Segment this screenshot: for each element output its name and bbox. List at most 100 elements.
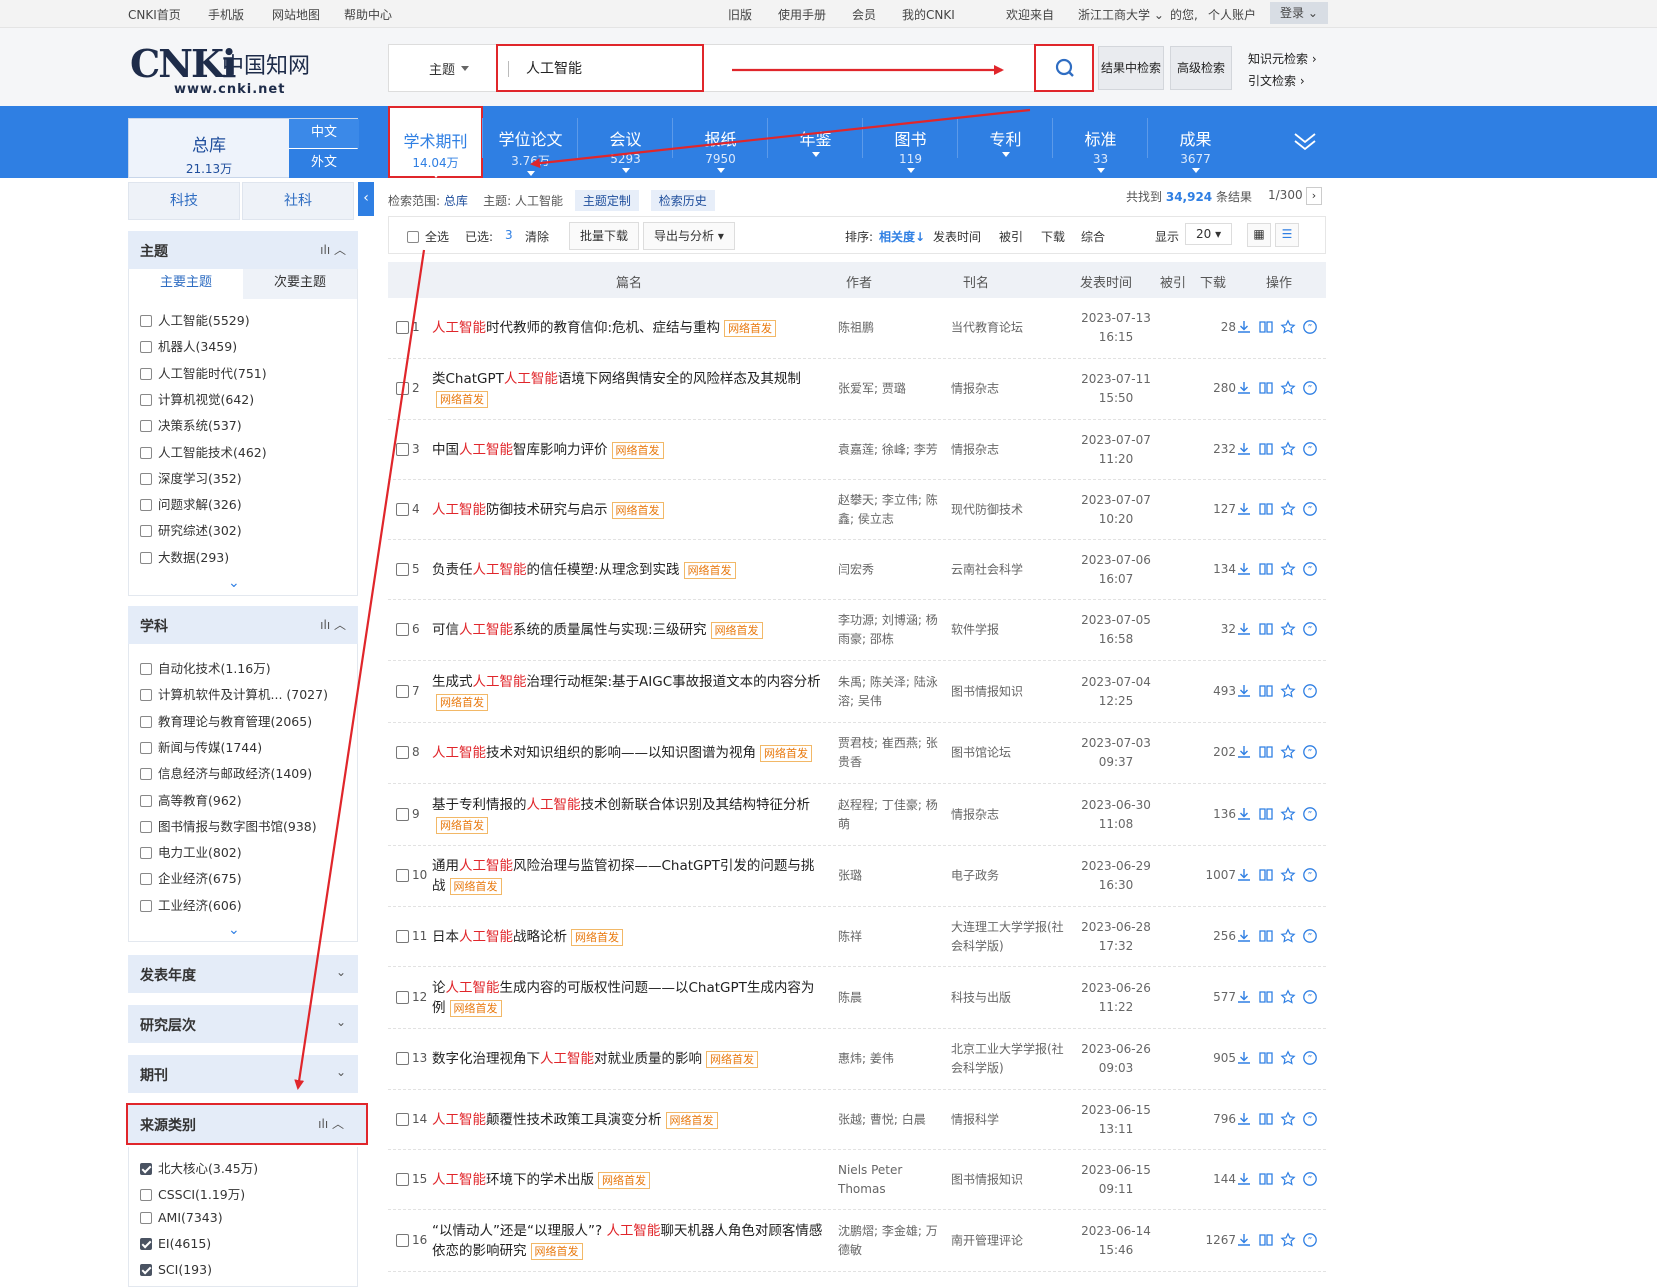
tab-db-4[interactable]: 年鉴 [768,106,863,178]
quote-icon[interactable]: ” [1302,501,1318,517]
link-manual[interactable]: 使用手册 [778,6,826,23]
row-checkbox[interactable] [396,1172,409,1186]
download-icon[interactable] [1236,441,1252,457]
checkbox[interactable] [140,393,152,406]
read-online-icon[interactable] [1258,1232,1274,1248]
facet-option[interactable]: 决策系统(537) [140,415,242,434]
chart-icon[interactable]: ılı ︿ [320,616,346,633]
row-authors[interactable]: 陈晨 [838,988,938,1007]
star-icon[interactable] [1280,1231,1296,1248]
knowledge-search-link[interactable]: 知识元检索 › [1248,50,1317,67]
facet-option[interactable]: 高等教育(962) [140,790,242,809]
link-account[interactable]: 个人账户 [1208,6,1256,23]
star-icon[interactable] [1280,805,1296,822]
star-icon[interactable] [1280,440,1296,457]
quote-icon[interactable]: ” [1302,1232,1318,1248]
read-online-icon[interactable] [1258,319,1274,335]
read-online-icon[interactable] [1258,806,1274,822]
star-icon[interactable] [1280,682,1296,699]
checkbox[interactable] [140,446,152,459]
star-icon[interactable] [1280,621,1296,637]
read-online-icon[interactable] [1258,561,1274,577]
quote-icon[interactable]: ” [1302,621,1318,637]
article-title-link[interactable]: 论人工智能生成内容的可版权性问题——以ChatGPT生成内容为例 网络首发 [432,978,827,1018]
link-cnki-home[interactable]: CNKI首页 [128,6,181,23]
facet-option[interactable]: AMI(7343) [140,1210,223,1225]
row-journal[interactable]: 云南社会科学 [951,560,1066,579]
row-journal[interactable]: 图书情报知识 [951,682,1066,701]
facet-option[interactable]: 图书情报与数字图书馆(938) [140,816,317,835]
facet-option[interactable]: 信息经济与邮政经济(1409) [140,763,312,782]
tab-db-1[interactable]: 学位论文 3.76万 [483,106,578,178]
quote-icon[interactable]: ” [1302,1050,1318,1066]
quote-icon[interactable]: ” [1302,867,1318,883]
read-online-icon[interactable] [1258,928,1274,944]
chart-icon[interactable]: ılı ︿ [318,1115,344,1132]
row-checkbox[interactable] [396,684,409,698]
star-icon[interactable] [1280,988,1296,1005]
facet-option[interactable]: 大数据(293) [140,547,229,566]
facet-option[interactable]: CSSCI(1.19万) [140,1184,245,1203]
checkbox[interactable] [140,715,152,728]
read-online-icon[interactable] [1258,744,1274,760]
star-icon[interactable] [1280,380,1296,396]
export-analysis-button[interactable]: 导出与分析 ▾ [643,222,735,250]
row-checkbox[interactable] [396,746,409,759]
search-button[interactable] [1034,44,1094,92]
row-journal[interactable]: 大连理工大学学报(社会科学版) [951,918,1066,956]
facet-option[interactable]: 电力工业(802) [140,842,242,861]
checkbox[interactable] [140,315,152,327]
link-old-version[interactable]: 旧版 [728,6,752,23]
row-checkbox[interactable] [396,1052,409,1065]
article-title-link[interactable]: 人工智能时代教师的教育信仰:危机、症结与重构 网络首发 [432,318,827,338]
row-checkbox[interactable] [396,1112,409,1126]
download-icon[interactable] [1236,1171,1252,1187]
download-icon[interactable] [1236,867,1252,883]
checkbox[interactable] [140,1163,152,1175]
download-icon[interactable] [1236,380,1252,396]
checkbox[interactable] [140,1238,152,1250]
row-authors[interactable]: 沈鹏熠; 李金雄; 万德敏 [838,1222,938,1260]
facet-option[interactable]: EI(4615) [140,1236,211,1251]
row-checkbox[interactable] [396,382,409,395]
tab-secondary-topic[interactable]: 次要主题 [243,269,357,299]
checkbox[interactable] [140,741,152,754]
tab-db-2[interactable]: 会议 5293 [578,106,673,178]
chinese-tab[interactable]: 中文 [289,119,359,148]
facet-option[interactable]: 深度学习(352) [140,468,242,487]
quote-icon[interactable]: ” [1302,380,1318,396]
facet-subject-header[interactable]: 学科 ılı ︿ [128,606,358,644]
read-online-icon[interactable] [1258,380,1274,396]
row-journal[interactable]: 情报杂志 [951,380,1066,399]
facet-option[interactable]: 问题求解(326) [140,494,242,513]
tab-db-7[interactable]: 标准 33 [1053,106,1148,178]
search-within-button[interactable]: 结果中检索 [1098,46,1164,90]
read-online-icon[interactable] [1258,501,1274,517]
row-checkbox[interactable] [396,869,409,882]
row-checkbox[interactable] [396,929,409,943]
quote-icon[interactable]: ” [1302,928,1318,944]
article-title-link[interactable]: 可信人工智能系统的质量属性与实现:三级研究 网络首发 [432,620,827,640]
read-online-icon[interactable] [1258,867,1274,883]
row-authors[interactable]: 陈祥 [838,927,938,946]
facet-option[interactable]: 工业经济(606) [140,895,242,914]
facet-level-header[interactable]: 研究层次 ⌄ [128,1005,358,1043]
advanced-search-button[interactable]: 高级检索 [1170,46,1232,90]
facet-option[interactable]: 企业经济(675) [140,868,242,887]
facet-option[interactable]: SCI(193) [140,1262,212,1277]
star-icon[interactable] [1280,319,1296,335]
row-authors[interactable]: 陈祖鹏 [838,319,938,338]
star-icon[interactable] [1280,1110,1296,1127]
row-journal[interactable]: 科技与出版 [951,988,1066,1007]
checkbox[interactable] [140,472,152,485]
batch-download-button[interactable]: 批量下载 [569,222,640,250]
row-checkbox[interactable] [396,990,409,1004]
checkbox[interactable] [140,847,152,860]
facet-option[interactable]: 计算机视觉(642) [140,389,254,408]
checkbox[interactable] [140,367,152,380]
search-field-select[interactable]: 主题 [429,59,469,78]
org-dropdown[interactable]: 浙江工商大学 ⌄ [1078,6,1164,23]
star-icon[interactable] [1280,500,1296,517]
star-icon[interactable] [1280,867,1296,883]
row-journal[interactable]: 情报杂志 [951,440,1066,459]
